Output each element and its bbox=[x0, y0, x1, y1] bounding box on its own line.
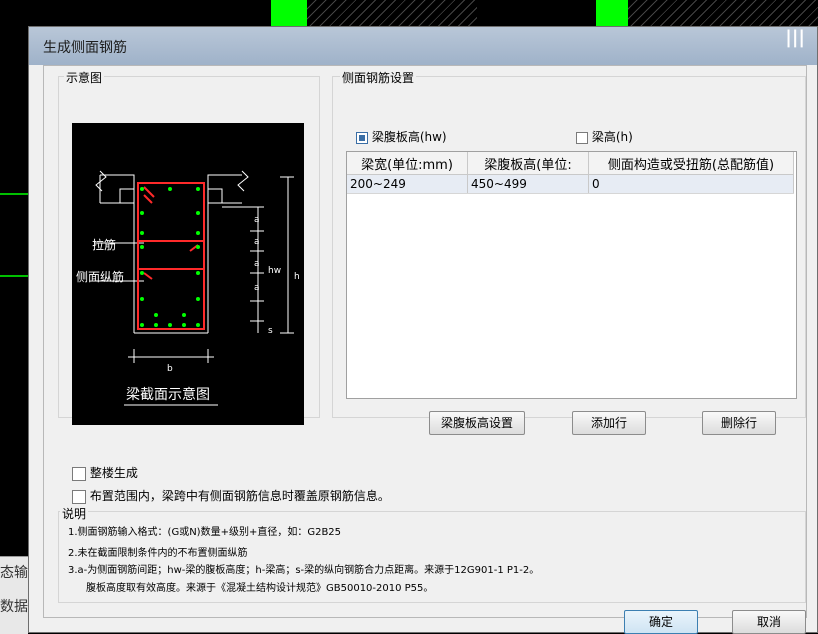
whole-building-option[interactable]: 整楼生成 bbox=[72, 464, 138, 481]
dim-b: b bbox=[167, 364, 173, 374]
dim-a-4: a bbox=[254, 283, 260, 293]
background-left-text-1: 态输 bbox=[0, 565, 28, 581]
dim-h: h bbox=[294, 272, 300, 282]
h-option-label: 梁高(h) bbox=[591, 130, 633, 144]
ok-button[interactable]: 确定 bbox=[624, 610, 698, 634]
col-header-side-rebar[interactable]: 侧面构造或受扭筋(总配筋值) bbox=[588, 152, 794, 175]
background-green-line-1 bbox=[0, 193, 28, 195]
overwrite-option[interactable]: 布置范围内，梁跨中有侧面钢筋信息时覆盖原钢筋信息。 bbox=[72, 487, 390, 504]
table-header-row: 梁宽(单位:mm) 梁腹板高(单位: 侧面构造或受扭筋(总配筋值) bbox=[347, 152, 794, 175]
col-header-beam-width[interactable]: 梁宽(单位:mm) bbox=[347, 152, 468, 175]
hw-option-label: 梁腹板高(hw) bbox=[371, 130, 447, 144]
beam-section-diagram: a a a a hw h s b 拉筋 侧面纵筋 梁截面示意图 bbox=[72, 123, 304, 425]
dialog-titlebar[interactable]: 生成侧面钢筋 ||| bbox=[29, 27, 817, 65]
web-height-settings-button[interactable]: 梁腹板高设置 bbox=[429, 411, 525, 435]
overwrite-label: 布置范围内，梁跨中有侧面钢筋信息时覆盖原钢筋信息。 bbox=[89, 489, 390, 503]
cell-web-height[interactable]: 450~499 bbox=[467, 174, 589, 194]
table-row[interactable]: 200~249 450~499 0 bbox=[347, 174, 794, 194]
dim-s: s bbox=[268, 326, 273, 336]
note-line-1: 1.侧面钢筋输入格式：(G或N)数量+级别+直径，如：G2B25 bbox=[68, 527, 342, 538]
label-tie-bar: 拉筋 bbox=[92, 237, 116, 252]
settings-group-label: 侧面钢筋设置 bbox=[340, 69, 417, 86]
window-control-icon[interactable]: ||| bbox=[785, 27, 805, 48]
side-rebar-dialog: 生成侧面钢筋 ||| 示意图 a a a a hw h s b 拉筋 侧面纵筋 … bbox=[28, 26, 818, 634]
background-green-block-1 bbox=[271, 0, 307, 26]
cancel-button[interactable]: 取消 bbox=[732, 610, 806, 634]
note-line-4: 腹板高度取有效高度。来源于《混凝土结构设计规范》GB50010-2010 P55… bbox=[86, 583, 434, 594]
background-left-text-2: 数据 bbox=[0, 599, 28, 615]
diagram-group-label: 示意图 bbox=[64, 69, 105, 86]
label-side-longitudinal: 侧面纵筋 bbox=[76, 269, 124, 284]
col-header-web-height[interactable]: 梁腹板高(单位: bbox=[467, 152, 589, 175]
rebar-table: 梁宽(单位:mm) 梁腹板高(单位: 侧面构造或受扭筋(总配筋值) 200~24… bbox=[346, 151, 797, 399]
dim-hw: hw bbox=[268, 266, 281, 276]
background-green-line-2 bbox=[0, 275, 28, 277]
beam-section-svg: a a a a hw h s b 拉筋 侧面纵筋 梁截面示意图 bbox=[76, 170, 300, 406]
h-checkbox[interactable] bbox=[576, 131, 588, 144]
dim-a-1: a bbox=[254, 215, 260, 225]
whole-building-checkbox[interactable] bbox=[72, 466, 86, 481]
delete-row-button[interactable]: 删除行 bbox=[702, 411, 776, 435]
diagram-caption: 梁截面示意图 bbox=[126, 386, 210, 403]
add-row-button[interactable]: 添加行 bbox=[572, 411, 646, 435]
dialog-client-area: 示意图 a a a a hw h s b 拉筋 侧面纵筋 梁截面示意图 侧面钢筋… bbox=[43, 65, 807, 634]
dim-a-2: a bbox=[254, 237, 260, 247]
hw-option[interactable]: 梁腹板高(hw) bbox=[356, 128, 447, 145]
whole-building-label: 整楼生成 bbox=[89, 466, 138, 480]
background-hatch-2 bbox=[628, 0, 818, 26]
cell-side-rebar[interactable]: 0 bbox=[588, 174, 794, 194]
note-line-2: 2.未在截面限制条件内的不布置侧面纵筋 bbox=[68, 548, 248, 559]
hw-checkbox[interactable] bbox=[356, 131, 368, 144]
cell-beam-width[interactable]: 200~249 bbox=[347, 174, 468, 194]
rebar-table-grid: 梁宽(单位:mm) 梁腹板高(单位: 侧面构造或受扭筋(总配筋值) 200~24… bbox=[347, 152, 794, 194]
background-hatch-1 bbox=[307, 0, 477, 26]
notes-label: 说明 bbox=[60, 505, 89, 522]
note-line-3: 3.a-为侧面钢筋间距；hw-梁的腹板高度；h-梁高；s-梁的纵向钢筋合力点距离… bbox=[68, 565, 540, 576]
dim-a-3: a bbox=[254, 259, 260, 269]
background-green-block-2 bbox=[596, 0, 628, 26]
h-option[interactable]: 梁高(h) bbox=[576, 128, 633, 145]
overwrite-checkbox[interactable] bbox=[72, 489, 86, 504]
dialog-title: 生成侧面钢筋 bbox=[43, 40, 127, 56]
